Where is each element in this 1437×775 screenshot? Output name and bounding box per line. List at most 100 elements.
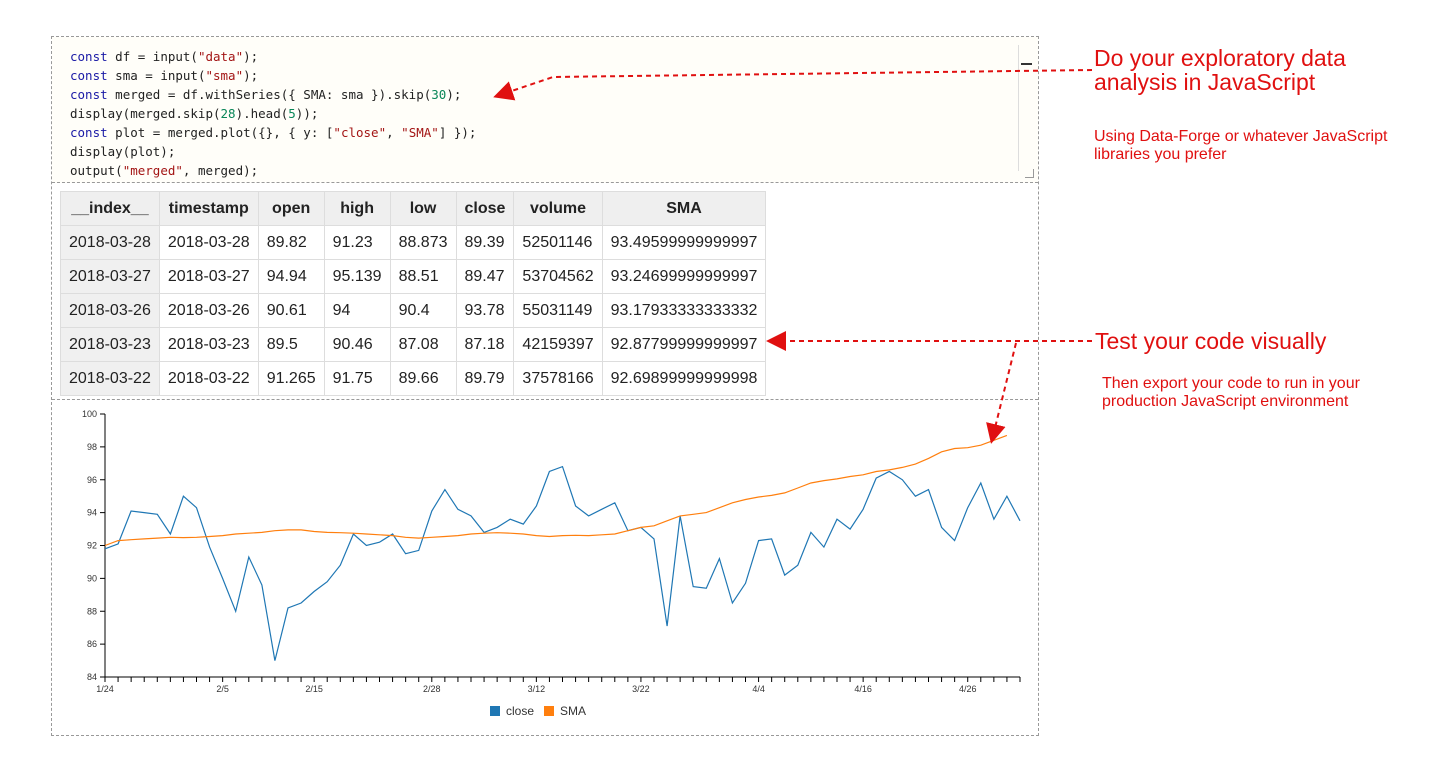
- table-row: 2018-03-22 2018-03-22 91.265 91.75 89.66 89.7…: [60, 361, 767, 396]
- column-header: volume: [513, 191, 603, 226]
- column-header: timestamp: [158, 191, 259, 226]
- table-cell: 90.46: [323, 327, 391, 362]
- code-token: ));: [295, 106, 319, 121]
- code-line[interactable]: display(plot);: [70, 142, 476, 161]
- table-cell: 2018-03-27: [158, 259, 259, 294]
- table-cell: 90.4: [389, 293, 457, 328]
- table-cell: 89.47: [455, 259, 515, 294]
- table-cell: 87.18: [455, 327, 515, 362]
- dataframe-table: __index__ timestamp open high low close volume…: [60, 191, 767, 396]
- code-line[interactable]: display(merged.skip(28).head(5));: [70, 104, 476, 123]
- x-tick-label: 1/24: [96, 684, 114, 694]
- table-cell: 2018-03-22: [158, 361, 259, 396]
- chart-legend: close SMA: [490, 704, 586, 718]
- code-token: ] });: [438, 125, 477, 140]
- table-cell: 53704562: [513, 259, 603, 294]
- table-row: 2018-03-26 2018-03-26 90.61 94 90.4 93.78 5503…: [60, 293, 767, 328]
- table-cell: 55031149: [513, 293, 603, 328]
- code-token: const: [70, 125, 108, 140]
- code-token: );: [446, 87, 462, 102]
- x-tick-label: 2/28: [423, 684, 441, 694]
- table-cell: 92.87799999999997: [601, 327, 767, 362]
- code-line[interactable]: const sma = input("sma");: [70, 66, 476, 85]
- legend-swatch-close: [490, 706, 500, 716]
- eda-title: Do your exploratory data analysis in Jav…: [1094, 45, 1346, 95]
- column-header: high: [323, 191, 391, 226]
- code-token: );: [243, 49, 259, 64]
- table-cell: 89.66: [389, 361, 457, 396]
- series-line-close: [104, 465, 1021, 661]
- code-token: plot = merged.plot({}, { y: [: [107, 125, 334, 140]
- resize-handle-icon[interactable]: [1025, 169, 1034, 178]
- table-cell: 37578166: [513, 361, 603, 396]
- column-header: SMA: [601, 191, 767, 226]
- code-line[interactable]: output("merged", merged);: [70, 161, 476, 180]
- code-line[interactable]: const df = input("data");: [70, 47, 476, 66]
- table-row: 2018-03-28 2018-03-28 89.82 91.23 88.873 89.3…: [60, 225, 767, 260]
- table-cell: 94.94: [257, 259, 325, 294]
- code-token: 30: [431, 87, 447, 102]
- code-token: df = input(: [107, 49, 198, 64]
- table-cell: 89.39: [455, 225, 515, 260]
- table-cell: 91.265: [257, 361, 325, 396]
- dataframe-output: __index__ timestamp open high low close volume…: [52, 183, 1038, 400]
- x-tick-label: 2/5: [216, 684, 229, 694]
- code-line[interactable]: const plot = merged.plot({}, { y: ["clos…: [70, 123, 476, 142]
- code-token: , merged);: [182, 163, 259, 178]
- x-tick-label: 4/26: [959, 684, 977, 694]
- code-token: "data": [197, 49, 244, 64]
- x-tick-label: 4/16: [854, 684, 872, 694]
- code-editor[interactable]: const df = input("data"); const sma = inp…: [52, 37, 1038, 183]
- code-scrollbar[interactable]: [1018, 45, 1034, 171]
- code-token: 28: [220, 106, 236, 121]
- code-token: display(plot);: [70, 144, 176, 159]
- table-header-row: __index__ timestamp open high low close volume…: [60, 191, 767, 226]
- code-token: "close": [333, 125, 387, 140]
- code-token: 5: [288, 106, 296, 121]
- table-cell: 87.08: [389, 327, 457, 362]
- table-cell: 2018-03-28: [158, 225, 259, 260]
- column-header: open: [257, 191, 325, 226]
- plot-output: 84 86 88 90 92 94 96 98 100 1/24 2/5 2/15 2/28 3/12 3/…: [52, 399, 1038, 735]
- table-cell: 52501146: [513, 225, 603, 260]
- y-tick-label: 88: [87, 606, 97, 616]
- scrollbar-thumb[interactable]: [1021, 63, 1032, 65]
- code-token: const: [70, 87, 108, 102]
- legend-label-sma: SMA: [560, 704, 587, 718]
- table-cell: 2018-03-26: [158, 293, 259, 328]
- table-cell: 95.139: [323, 259, 391, 294]
- table-cell: 89.5: [257, 327, 325, 362]
- row-index-cell: 2018-03-26: [60, 293, 160, 328]
- y-tick-label: 96: [87, 475, 97, 485]
- table-row: 2018-03-27 2018-03-27 94.94 95.139 88.51 89.4…: [60, 259, 767, 294]
- code-token: merged = df.withSeries({ SMA: sma }).ski…: [107, 87, 432, 102]
- column-header: low: [389, 191, 457, 226]
- code-token: display(merged.skip(: [70, 106, 221, 121]
- table-cell: 92.69899999999998: [601, 361, 767, 396]
- code-text[interactable]: const df = input("data"); const sma = inp…: [70, 47, 476, 180]
- y-tick-label: 98: [87, 442, 97, 452]
- code-line[interactable]: const merged = df.withSeries({ SMA: sma …: [70, 85, 476, 104]
- code-token: "SMA": [401, 125, 439, 140]
- code-token: ).head(: [235, 106, 289, 121]
- table-cell: 89.79: [455, 361, 515, 396]
- table-cell: 88.873: [389, 225, 457, 260]
- table-cell: 88.51: [389, 259, 457, 294]
- table-cell: 93.17933333333332: [601, 293, 767, 328]
- table-cell: 93.49599999999997: [601, 225, 767, 260]
- x-tick-label: 3/22: [632, 684, 650, 694]
- table-cell: 2018-03-23: [158, 327, 259, 362]
- row-index-cell: 2018-03-27: [60, 259, 160, 294]
- code-token: "sma": [205, 68, 244, 83]
- y-tick-label: 90: [87, 573, 97, 583]
- column-header: __index__: [60, 191, 160, 226]
- y-tick-label: 84: [87, 672, 97, 682]
- table-cell: 89.82: [257, 225, 325, 260]
- column-header: close: [455, 191, 515, 226]
- table-cell: 91.23: [323, 225, 391, 260]
- x-tick-label: 4/4: [752, 684, 765, 694]
- line-chart: 84 86 88 90 92 94 96 98 100 1/24 2/5 2/15 2/28 3/12 3/…: [82, 409, 1021, 694]
- code-token: ,: [386, 125, 402, 140]
- x-tick-label: 2/15: [305, 684, 323, 694]
- y-tick-label: 92: [87, 541, 97, 551]
